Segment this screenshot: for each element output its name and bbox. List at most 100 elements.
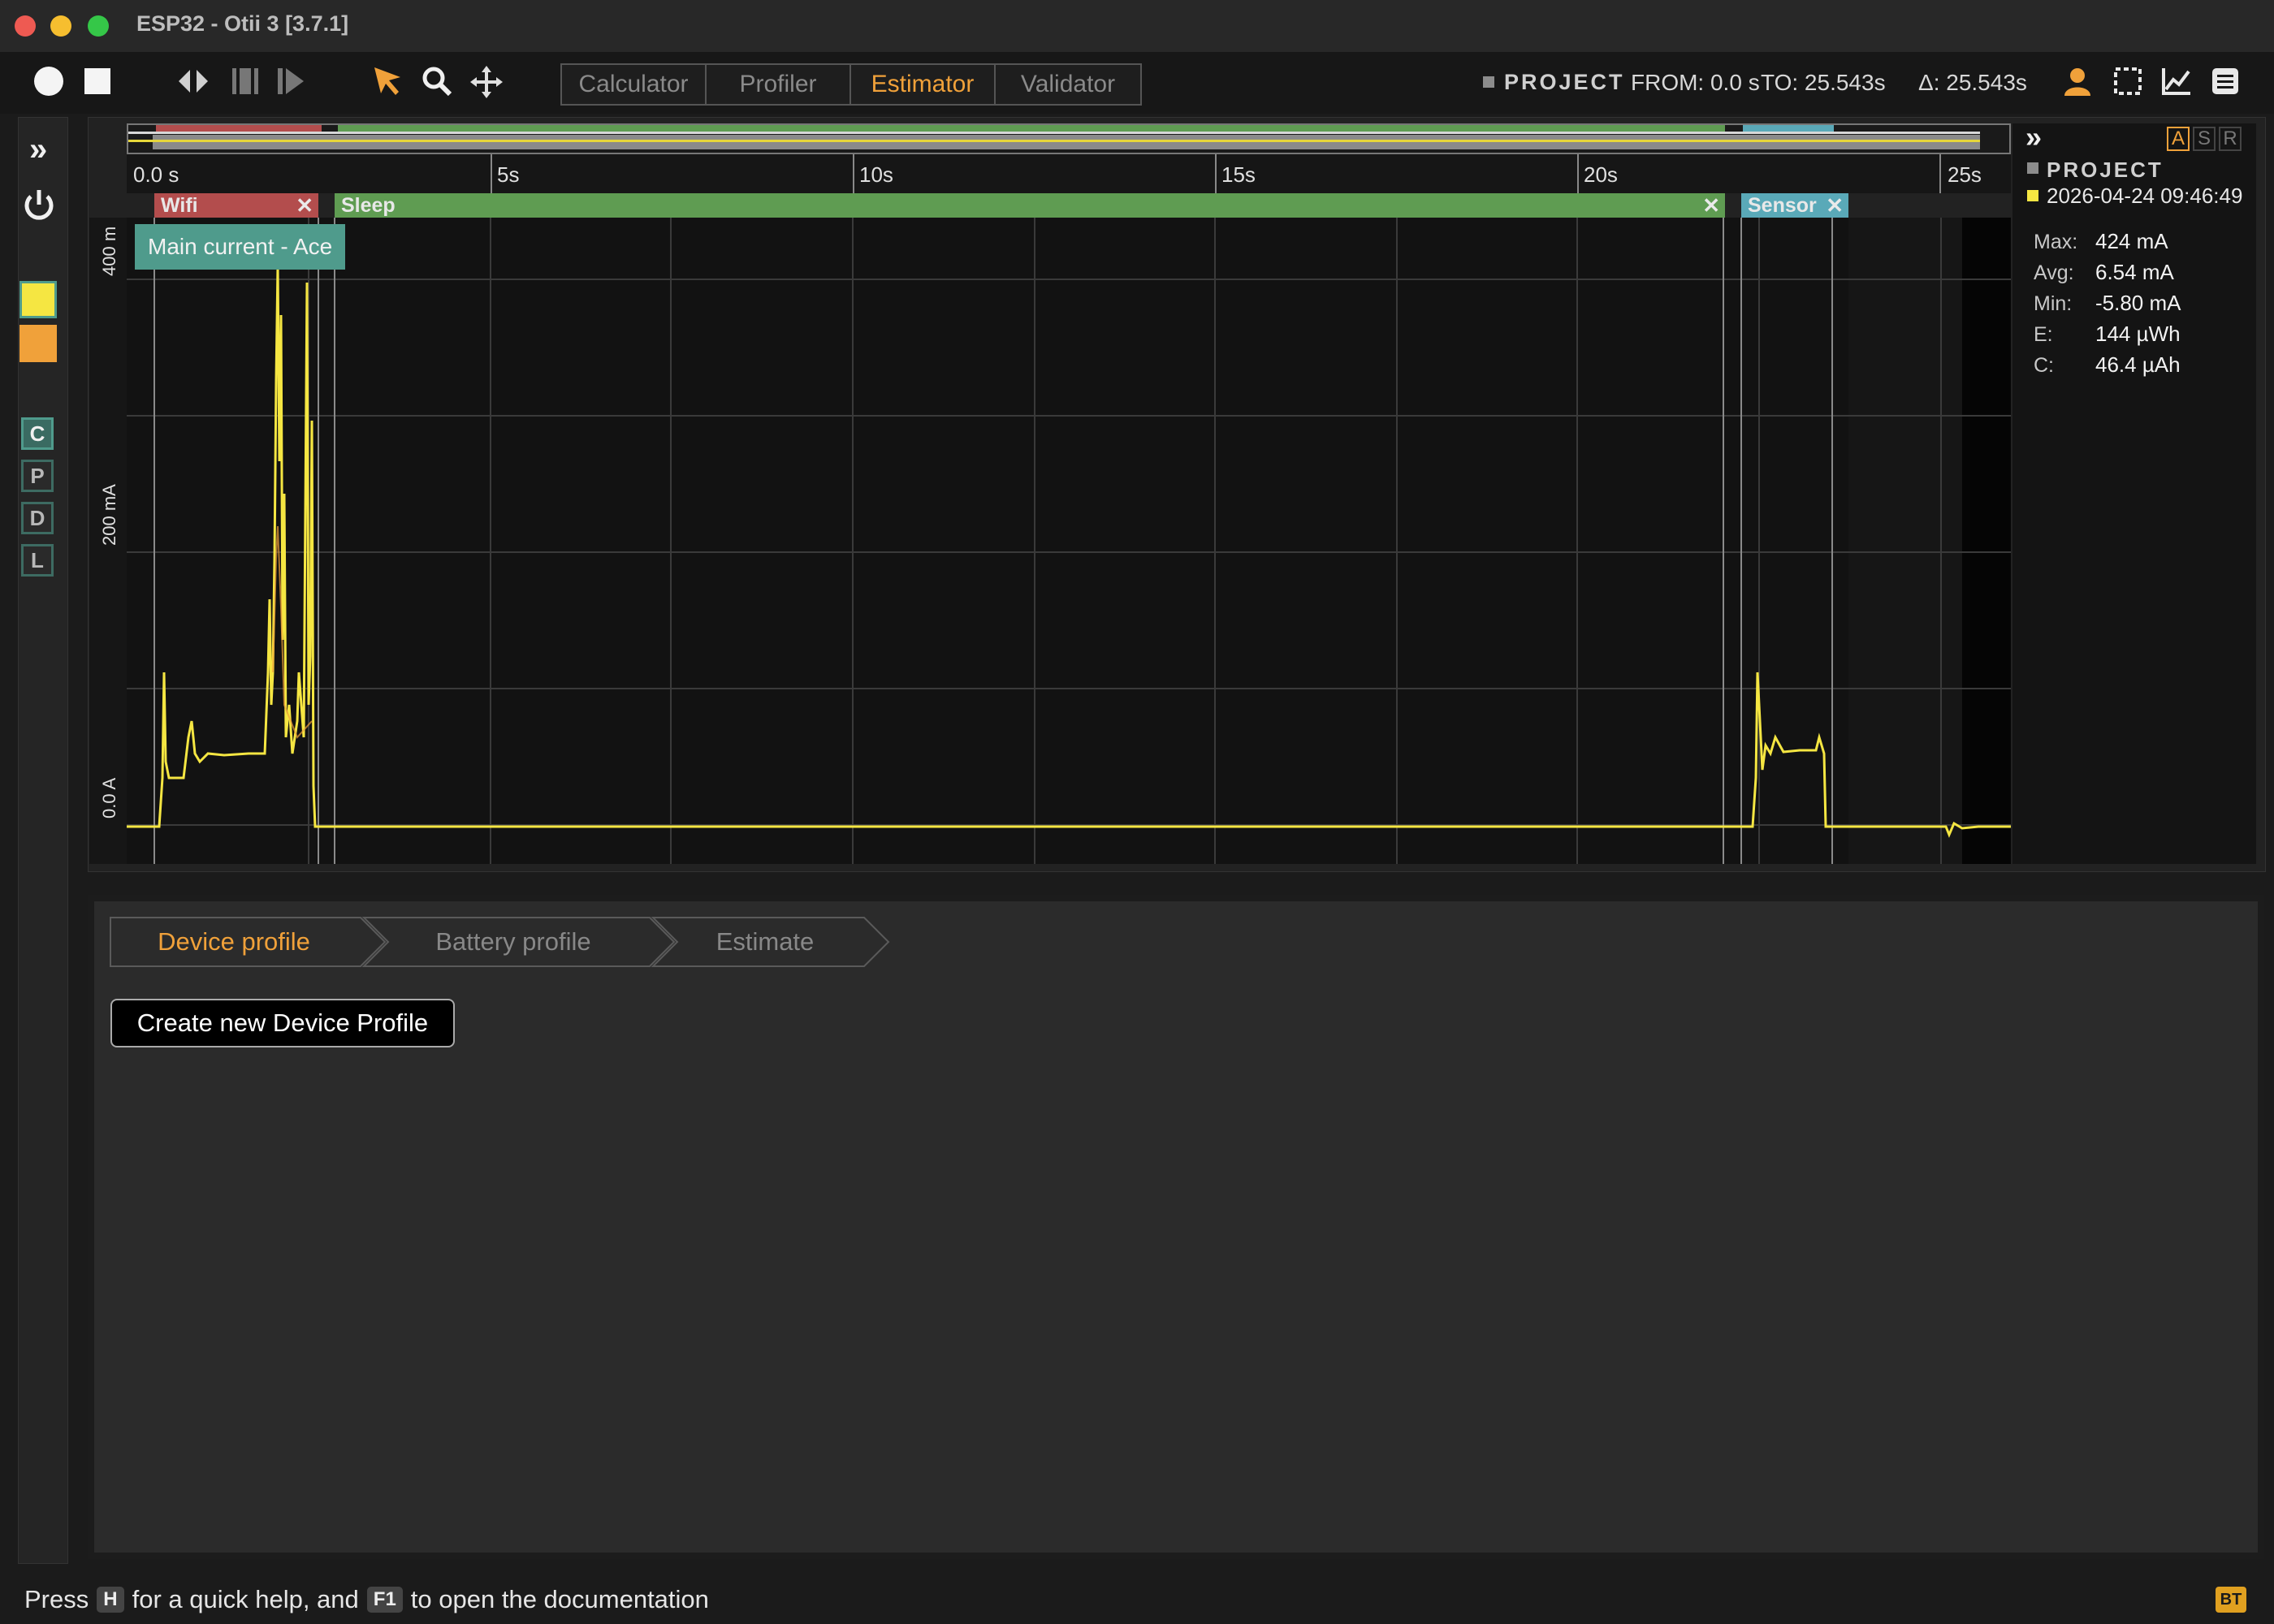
project-color-swatch: [1483, 76, 1494, 88]
range-from: FROM: 0.0 s: [1631, 70, 1760, 95]
mark-label: Sleep: [341, 193, 396, 217]
record-icon: [34, 67, 63, 96]
fit-selection-icon: [232, 68, 258, 94]
key-h: H: [97, 1587, 124, 1613]
stat-label: Max:: [2034, 231, 2078, 253]
mark-label: Wifi: [161, 193, 198, 217]
mode-tabs: Calculator Profiler Estimator Validator: [560, 63, 1142, 106]
fit-button[interactable]: [177, 65, 210, 97]
window-title: ESP32 - Otii 3 [3.7.1]: [136, 11, 349, 36]
recording-name[interactable]: 2026-04-24 09:46:49: [2047, 184, 2256, 209]
channel-color-orange[interactable]: [19, 325, 57, 362]
create-device-profile-button[interactable]: Create new Device Profile: [110, 999, 455, 1047]
channel-l-button[interactable]: L: [21, 544, 54, 577]
stats-mode-r[interactable]: R: [2219, 127, 2242, 151]
user-icon: [2064, 68, 2090, 96]
mark-label: Sensor: [1748, 193, 1817, 217]
zoom-tool-button[interactable]: [421, 65, 453, 97]
key-f1: F1: [366, 1587, 403, 1613]
close-window-button[interactable]: [15, 15, 36, 37]
magnifier-icon: [422, 67, 452, 97]
recording-swatch: [2027, 190, 2038, 201]
project-label: PROJECT: [1504, 70, 1625, 94]
minimize-window-button[interactable]: [50, 15, 71, 37]
menu-button[interactable]: [2209, 65, 2242, 97]
select-tool-button[interactable]: [370, 63, 406, 99]
y-label-0: 0.0 A: [99, 777, 119, 818]
user-button[interactable]: [2061, 65, 2094, 97]
expand-stats-button[interactable]: »: [2025, 120, 2042, 154]
selection-button[interactable]: [2112, 65, 2144, 97]
tick-line: [491, 154, 492, 193]
project-swatch: [2027, 162, 2038, 174]
mark-sensor[interactable]: Sensor ✕: [1741, 193, 1848, 218]
tick-label: 0.0 s: [133, 162, 179, 187]
close-icon[interactable]: ✕: [296, 193, 313, 218]
mark-sleep[interactable]: Sleep ✕: [335, 193, 1725, 218]
stat-label: E:: [2034, 323, 2053, 346]
channel-p-button[interactable]: P: [21, 460, 54, 492]
range-to: TO: 25.543s: [1761, 70, 1886, 95]
tick-line: [1215, 154, 1217, 193]
line-chart-icon: [2162, 68, 2190, 95]
step-device-profile[interactable]: Device profile: [114, 918, 354, 966]
channel-d-button[interactable]: D: [21, 502, 54, 534]
fit-horizontal-icon: [179, 70, 208, 93]
follow-button[interactable]: [275, 65, 307, 97]
overview-trace: [128, 140, 1980, 142]
step-estimate[interactable]: Estimate: [677, 918, 853, 966]
title-bar: ESP32 - Otii 3 [3.7.1]: [0, 0, 2274, 53]
hint-text: Press: [24, 1585, 89, 1613]
follow-icon: [278, 68, 304, 94]
current-trace-chart: [127, 218, 2011, 864]
mark-wifi[interactable]: Wifi ✕: [154, 193, 318, 218]
estimator-panel: [88, 895, 2264, 1559]
tick-line: [853, 154, 854, 193]
graph-button[interactable]: [2160, 65, 2193, 97]
stat-value: 46.4 µAh: [2095, 352, 2181, 377]
stop-icon: [84, 68, 110, 94]
tab-profiler[interactable]: Profiler: [707, 65, 851, 104]
tab-calculator[interactable]: Calculator: [562, 65, 707, 104]
hint-text: to open the documentation: [410, 1585, 709, 1613]
power-button[interactable]: [21, 187, 57, 222]
tick-label: 5s: [497, 162, 520, 187]
bt-badge[interactable]: BT: [2216, 1587, 2246, 1613]
close-icon[interactable]: ✕: [1826, 193, 1844, 218]
step-battery-profile[interactable]: Battery profile: [390, 918, 637, 966]
channel-c-button[interactable]: C: [21, 417, 54, 450]
list-menu-icon: [2212, 68, 2238, 94]
fit-selection-button[interactable]: [229, 65, 262, 97]
y-label-200: 200 mA: [99, 484, 119, 546]
stat-label: Min:: [2034, 292, 2073, 315]
help-hint: Press H for a quick help, and F1 to open…: [24, 1585, 709, 1614]
range-delta: Δ: 25.543s: [1918, 70, 2027, 95]
stop-button[interactable]: [83, 67, 112, 96]
close-icon[interactable]: ✕: [1702, 193, 1720, 218]
zoom-window-button[interactable]: [88, 15, 109, 37]
stat-value: 144 µWh: [2095, 322, 2181, 346]
channel-tag[interactable]: Main current - Ace: [135, 224, 346, 270]
y-label-400: 400 m: [99, 226, 119, 276]
power-icon: [24, 190, 54, 220]
stats-mode-s[interactable]: S: [2193, 127, 2216, 151]
tick-label: 15s: [1221, 162, 1256, 187]
overview-window: [153, 135, 1980, 149]
tick-line: [1939, 154, 1941, 193]
current-plot[interactable]: [127, 218, 2011, 864]
dashed-selection-icon: [2114, 67, 2142, 95]
record-button[interactable]: [32, 65, 65, 97]
tick-label: 25s: [1948, 162, 1982, 187]
tab-estimator[interactable]: Estimator: [851, 65, 996, 104]
overview-strip[interactable]: [127, 123, 2011, 154]
channel-color-yellow[interactable]: [19, 281, 57, 318]
tick-line: [1577, 154, 1579, 193]
stats-mode-a[interactable]: A: [2167, 127, 2190, 151]
time-axis: [127, 154, 2011, 193]
expand-sidebar-button[interactable]: »: [29, 132, 47, 168]
stat-value: -5.80 mA: [2095, 291, 2181, 315]
tab-validator[interactable]: Validator: [996, 65, 1140, 104]
overview-top-line: [128, 132, 1980, 134]
tick-label: 10s: [859, 162, 893, 187]
pan-tool-button[interactable]: [469, 65, 504, 99]
